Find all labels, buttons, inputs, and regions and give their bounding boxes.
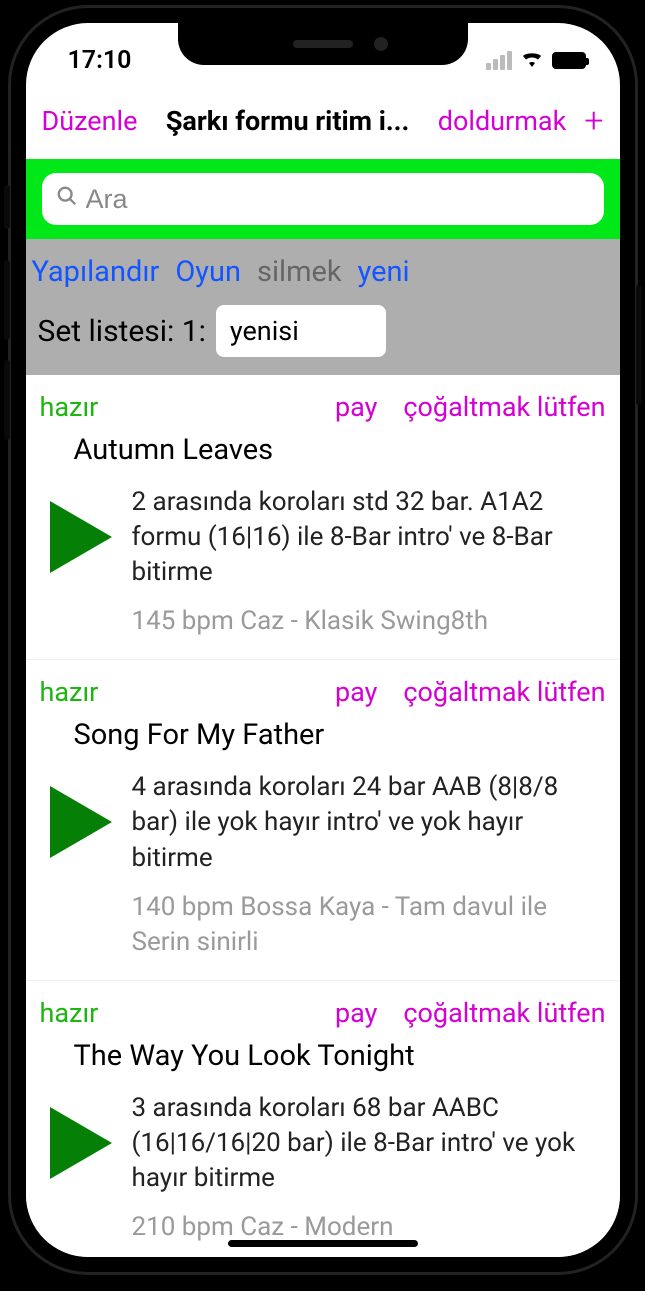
search-icon: [56, 185, 78, 213]
signal-icon: [486, 51, 512, 70]
song-description: 2 arasında koroları std 32 bar. A1A2 for…: [132, 485, 606, 590]
song-meta: 140 bpm Bossa Kaya - Tam davul ile Serin…: [132, 890, 606, 960]
home-indicator[interactable]: [228, 1240, 418, 1247]
delete-button[interactable]: silmek: [257, 255, 342, 289]
status-badge: hazır: [40, 997, 99, 1029]
song-list: hazır pay çoğaltmak lütfen Autumn Leaves…: [26, 375, 620, 1257]
search-input[interactable]: [86, 184, 590, 215]
share-button[interactable]: pay: [335, 391, 377, 423]
duplicate-button[interactable]: çoğaltmak lütfen: [403, 997, 605, 1029]
battery-icon: [552, 52, 586, 69]
configure-button[interactable]: Yapılandır: [32, 255, 160, 289]
setlist-name-input[interactable]: yenisi: [216, 305, 386, 357]
song-title: Song For My Father: [40, 708, 606, 770]
setlist-label: Set listesi: 1:: [38, 314, 206, 349]
duplicate-button[interactable]: çoğaltmak lütfen: [403, 676, 605, 708]
status-badge: hazır: [40, 676, 99, 708]
status-time: 17:10: [68, 46, 132, 75]
nav-bar: Düzenle Şarkı formu ritim i... doldurmak…: [26, 83, 620, 159]
play-icon[interactable]: [50, 1107, 112, 1179]
add-icon[interactable]: +: [584, 101, 603, 141]
config-panel: Yapılandır Oyun silmek yeni Set listesi:…: [26, 239, 620, 375]
fill-button[interactable]: doldurmak: [438, 105, 567, 137]
song-title: Autumn Leaves: [40, 423, 606, 485]
play-icon[interactable]: [50, 501, 112, 573]
wifi-icon: [520, 48, 544, 73]
list-item[interactable]: hazır pay çoğaltmak lütfen Autumn Leaves…: [26, 375, 620, 660]
song-meta: 145 bpm Caz - Klasik Swing8th: [132, 604, 606, 639]
status-badge: hazır: [40, 391, 99, 423]
share-button[interactable]: pay: [335, 676, 377, 708]
song-title: The Way You Look Tonight: [40, 1029, 606, 1091]
list-item[interactable]: hazır pay çoğaltmak lütfen The Way You L…: [26, 981, 620, 1257]
search-field[interactable]: [42, 173, 604, 225]
play-button[interactable]: Oyun: [175, 255, 241, 289]
song-description: 4 arasında koroları 24 bar AAB (8|8/8 ba…: [132, 770, 606, 875]
share-button[interactable]: pay: [335, 997, 377, 1029]
list-item[interactable]: hazır pay çoğaltmak lütfen Song For My F…: [26, 660, 620, 980]
edit-button[interactable]: Düzenle: [42, 105, 138, 137]
duplicate-button[interactable]: çoğaltmak lütfen: [403, 391, 605, 423]
play-icon[interactable]: [50, 786, 112, 858]
song-description: 3 arasında koroları 68 bar AABC (16|16/1…: [132, 1091, 606, 1196]
notch: [178, 23, 468, 65]
search-container: [26, 159, 620, 239]
new-button[interactable]: yeni: [358, 255, 410, 289]
page-title: Şarkı formu ritim i...: [166, 105, 410, 137]
